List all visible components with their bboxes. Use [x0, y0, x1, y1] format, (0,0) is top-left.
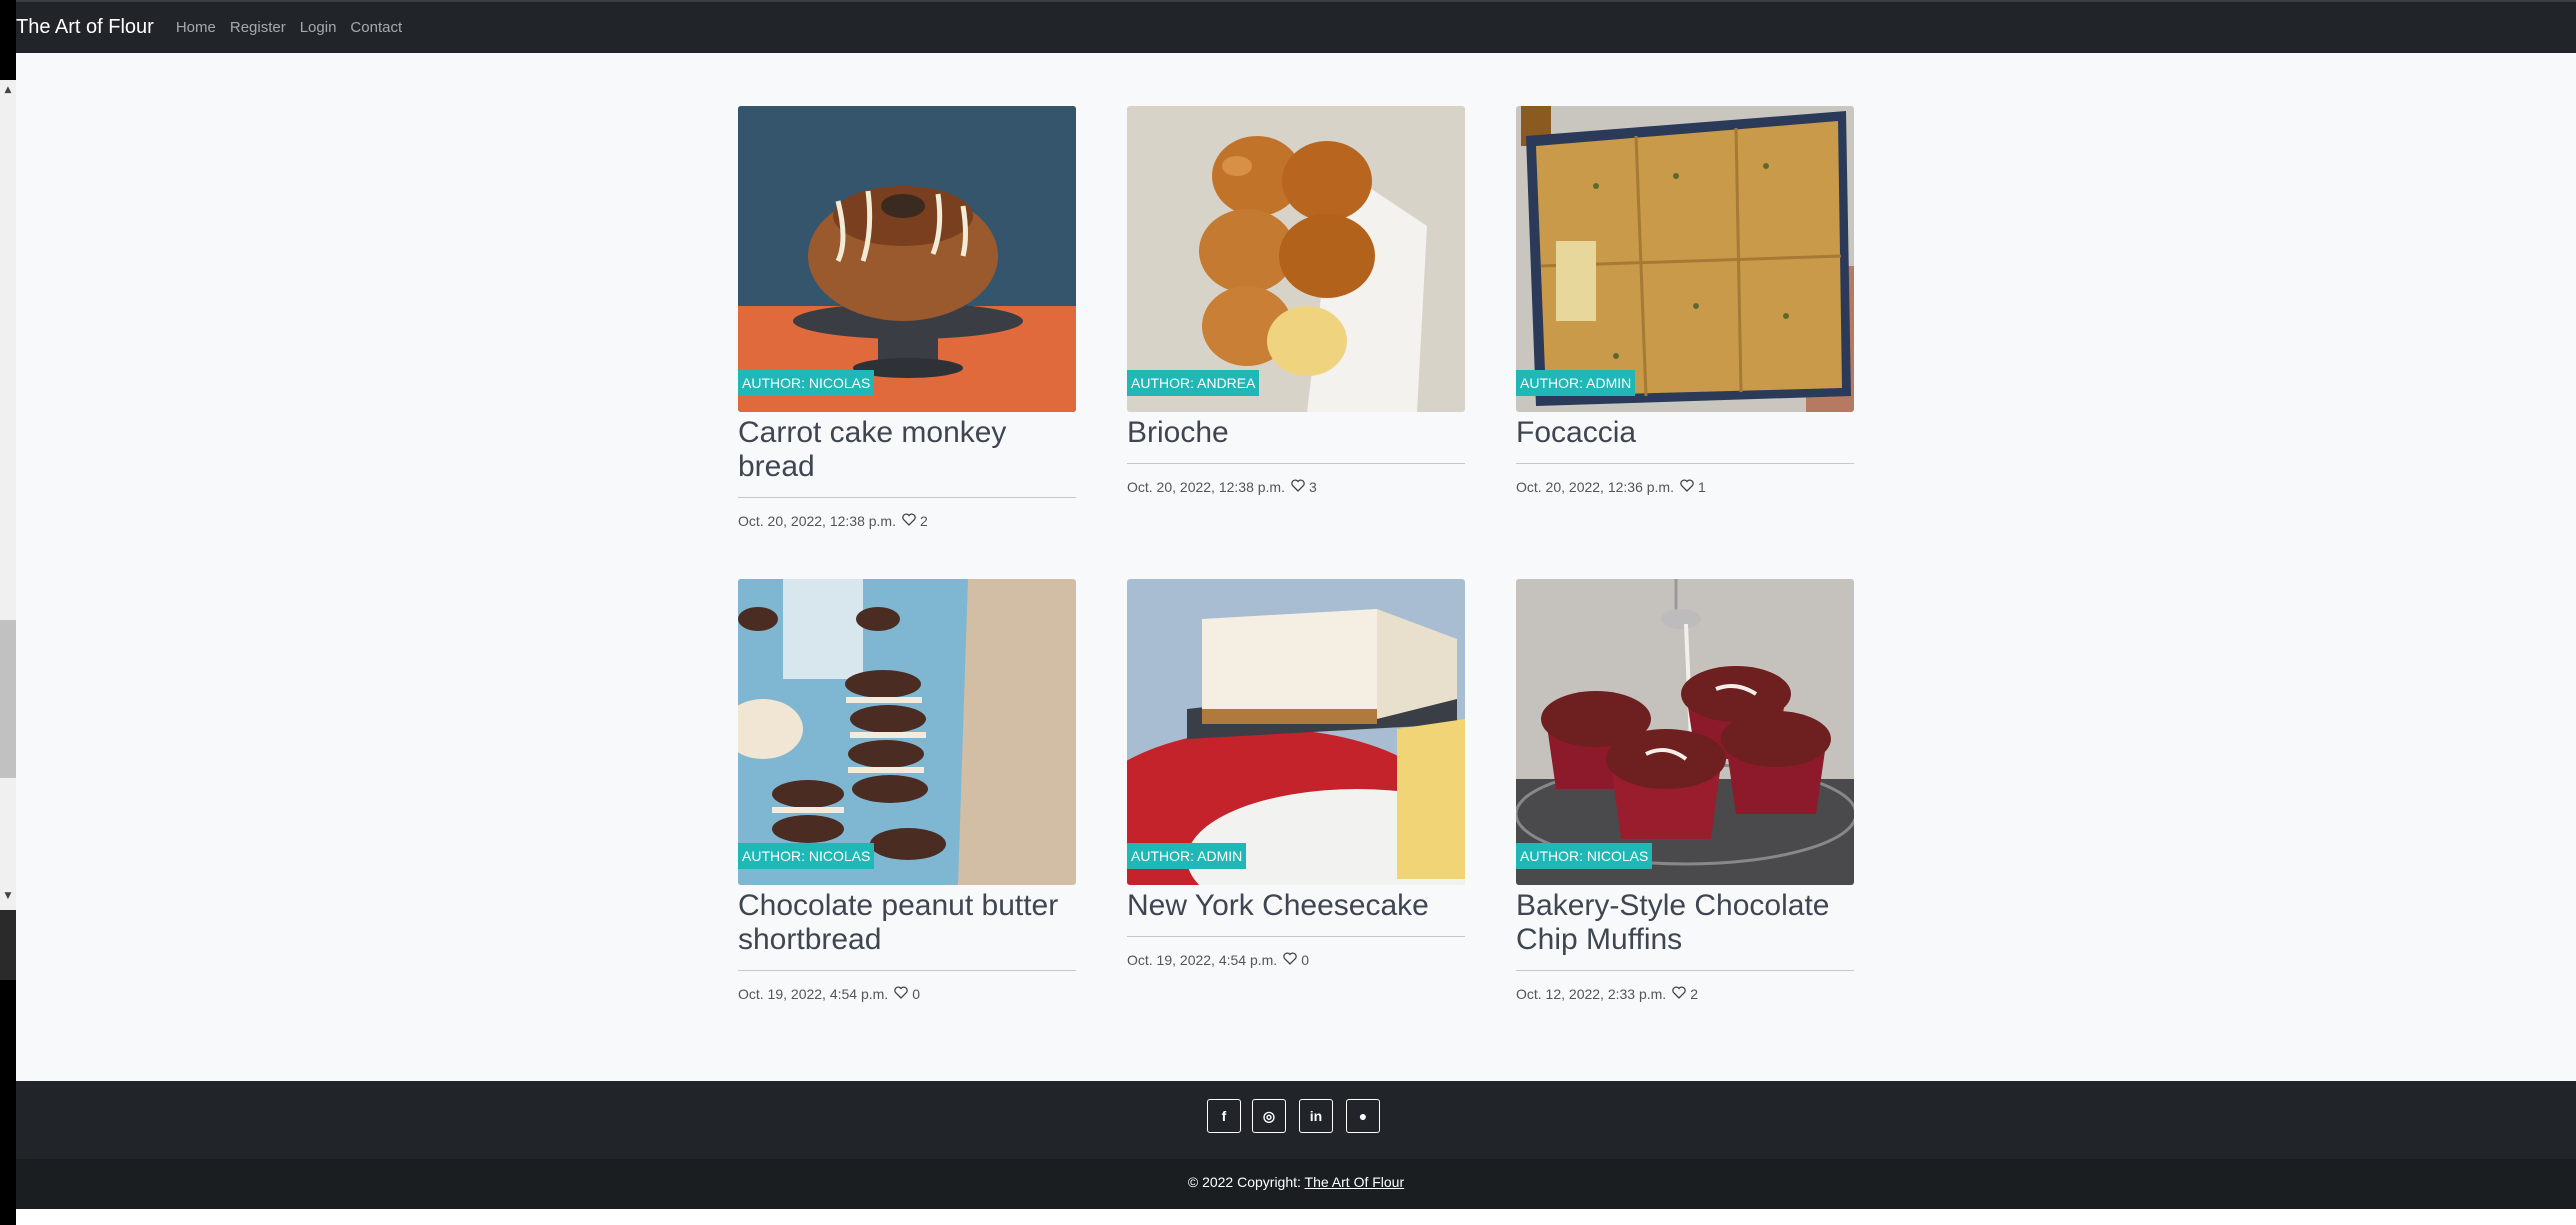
like-count: 2	[920, 513, 928, 529]
scroll-down-arrow-icon[interactable]: ▼	[2, 890, 14, 902]
divider	[1516, 970, 1854, 971]
divider	[738, 970, 1076, 971]
divider	[738, 497, 1076, 498]
heart-icon[interactable]	[1291, 479, 1305, 495]
scrollbar-thumb[interactable]	[0, 620, 16, 778]
muffins-image	[1516, 579, 1854, 885]
instagram-icon[interactable]: ◎	[1252, 1099, 1286, 1133]
post-date: Oct. 20, 2022, 12:38 p.m.	[738, 513, 896, 529]
post-card[interactable]: AUTHOR: NICOLAS Chocolate peanut butter …	[738, 579, 1076, 1002]
post-title[interactable]: Chocolate peanut butter shortbread	[738, 889, 1076, 957]
post-meta: Oct. 20, 2022, 12:36 p.m. 1	[1516, 479, 1854, 495]
heart-icon[interactable]	[1680, 479, 1694, 495]
cheesecake-image	[1127, 579, 1465, 885]
post-title[interactable]: Brioche	[1127, 416, 1465, 450]
post-date: Oct. 19, 2022, 4:54 p.m.	[738, 986, 889, 1002]
post-meta: Oct. 19, 2022, 4:54 p.m. 0	[1127, 952, 1465, 968]
post-image-focaccia[interactable]: AUTHOR: ADMIN	[1516, 106, 1854, 412]
heart-icon[interactable]	[1283, 952, 1297, 968]
post-image-muffins[interactable]: AUTHOR: NICOLAS	[1516, 579, 1854, 885]
nav-link-login[interactable]: Login	[300, 19, 337, 36]
scroll-up-arrow-icon[interactable]: ▲	[2, 84, 14, 96]
post-card[interactable]: AUTHOR: NICOLAS Bakery-Style Chocolate C…	[1516, 579, 1854, 1002]
copyright-link[interactable]: The Art Of Flour	[1305, 1174, 1405, 1190]
carrot-cake-image	[738, 106, 1076, 412]
post-meta: Oct. 12, 2022, 2:33 p.m. 2	[1516, 986, 1854, 1002]
like-count: 0	[1301, 952, 1309, 968]
page-bottom-strip	[16, 1209, 2576, 1225]
like-count: 1	[1698, 479, 1706, 495]
top-navbar: The Art of Flour Home Register Login Con…	[16, 0, 2576, 53]
author-badge: AUTHOR: ADMIN	[1127, 843, 1247, 869]
vertical-scrollbar[interactable]	[0, 80, 16, 910]
post-card[interactable]: AUTHOR: ADMIN Focaccia Oct. 20, 2022, 12…	[1516, 106, 1854, 495]
scrollbar-divider	[0, 910, 16, 980]
post-card[interactable]: AUTHOR: ADMIN New York Cheesecake Oct. 1…	[1127, 579, 1465, 968]
divider	[1127, 463, 1465, 464]
post-meta: Oct. 19, 2022, 4:54 p.m. 0	[738, 986, 1076, 1002]
brand-link[interactable]: The Art of Flour	[16, 16, 154, 39]
post-meta: Oct. 20, 2022, 12:38 p.m. 2	[738, 513, 1076, 529]
post-card[interactable]: AUTHOR: ANDREA Brioche Oct. 20, 2022, 12…	[1127, 106, 1465, 495]
scrollbar-strip: ▲ ▼	[0, 0, 16, 1225]
like-count: 0	[912, 986, 920, 1002]
divider	[1516, 463, 1854, 464]
author-badge: AUTHOR: NICOLAS	[738, 370, 875, 396]
github-icon[interactable]: ●	[1346, 1099, 1380, 1133]
chocolate-shortbread-image	[738, 579, 1076, 885]
post-date: Oct. 19, 2022, 4:54 p.m.	[1127, 952, 1278, 968]
post-image-brioche[interactable]: AUTHOR: ANDREA	[1127, 106, 1465, 412]
nav-link-register[interactable]: Register	[230, 19, 286, 36]
post-image-cheesecake[interactable]: AUTHOR: ADMIN	[1127, 579, 1465, 885]
divider	[1127, 936, 1465, 937]
post-date: Oct. 20, 2022, 12:38 p.m.	[1127, 479, 1285, 495]
author-badge: AUTHOR: NICOLAS	[738, 843, 875, 869]
like-count: 3	[1309, 479, 1317, 495]
post-title[interactable]: Bakery-Style Chocolate Chip Muffins	[1516, 889, 1854, 957]
heart-icon[interactable]	[1672, 986, 1686, 1002]
copyright-footer: © 2022 Copyright: The Art Of Flour	[16, 1159, 2576, 1209]
focaccia-image	[1516, 106, 1854, 412]
social-footer: f ◎ in ●	[16, 1081, 2576, 1159]
post-image-chocolate-shortbread[interactable]: AUTHOR: NICOLAS	[738, 579, 1076, 885]
app-window: The Art of Flour Home Register Login Con…	[16, 0, 2576, 1225]
author-badge: AUTHOR: ANDREA	[1127, 370, 1260, 396]
post-image-carrot-cake[interactable]: AUTHOR: NICOLAS	[738, 106, 1076, 412]
post-date: Oct. 12, 2022, 2:33 p.m.	[1516, 986, 1667, 1002]
author-badge: AUTHOR: ADMIN	[1516, 370, 1636, 396]
brioche-image	[1127, 106, 1465, 412]
heart-icon[interactable]	[894, 986, 908, 1002]
post-meta: Oct. 20, 2022, 12:38 p.m. 3	[1127, 479, 1465, 495]
post-title[interactable]: New York Cheesecake	[1127, 889, 1465, 923]
post-title[interactable]: Focaccia	[1516, 416, 1854, 450]
copyright-text: © 2022 Copyright: The Art Of Flour	[16, 1174, 2576, 1190]
linkedin-icon[interactable]: in	[1299, 1099, 1333, 1133]
heart-icon[interactable]	[902, 513, 916, 529]
author-badge: AUTHOR: NICOLAS	[1516, 843, 1653, 869]
facebook-icon[interactable]: f	[1207, 1099, 1241, 1133]
post-card[interactable]: AUTHOR: NICOLAS Carrot cake monkey bread…	[738, 106, 1076, 529]
post-date: Oct. 20, 2022, 12:36 p.m.	[1516, 479, 1674, 495]
copyright-prefix: © 2022 Copyright:	[1187, 1174, 1301, 1190]
nav-link-home[interactable]: Home	[176, 19, 216, 36]
post-title[interactable]: Carrot cake monkey bread	[738, 416, 1076, 484]
like-count: 2	[1690, 986, 1698, 1002]
nav-link-contact[interactable]: Contact	[350, 19, 402, 36]
